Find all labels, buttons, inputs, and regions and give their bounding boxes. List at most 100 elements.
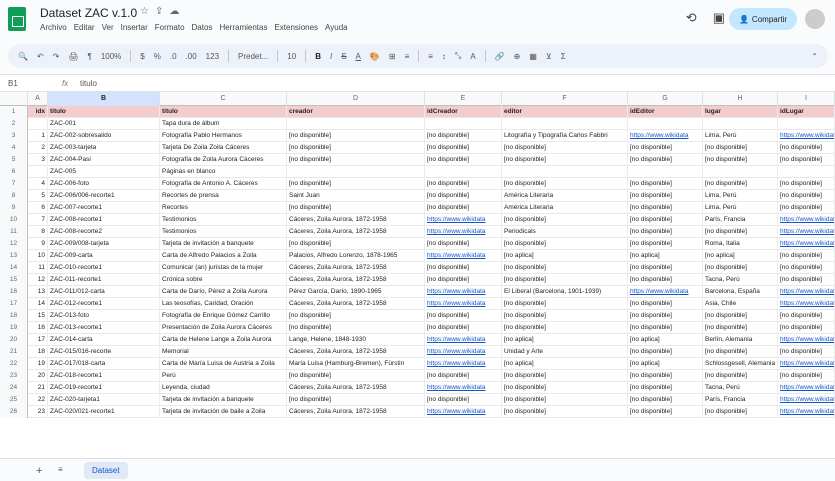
table-cell[interactable]: [no disponible] [703,310,778,322]
row-number[interactable]: 15 [0,274,28,286]
menu-ayuda[interactable]: Ayuda [325,23,348,32]
table-cell[interactable]: ZAC-008-recorte1 [48,214,160,226]
decrease-decimal-button[interactable]: .0 [170,52,177,61]
table-cell[interactable] [502,166,628,178]
table-cell[interactable]: https://www.wikidata [778,334,835,346]
table-cell[interactable]: [no disponible] [628,178,703,190]
table-cell[interactable]: Tarjeta de invitación a banquete [160,238,287,250]
table-cell[interactable]: Fotografía de Zoila Aurora Cáceres [160,154,287,166]
table-cell[interactable]: [no disponible] [703,226,778,238]
table-cell[interactable]: [no disponible] [425,322,502,334]
table-cell[interactable]: Tarjeta de invitación de baile a Zoila [160,406,287,418]
table-cell[interactable]: [no aplica] [502,358,628,370]
table-cell[interactable]: [no disponible] [287,142,425,154]
table-cell[interactable]: https://www.wikidata [425,214,502,226]
formula-input[interactable]: titulo [80,79,97,88]
column-header-a[interactable]: A [28,92,48,106]
table-cell[interactable]: Las teosofías, Caridad, Oración [160,298,287,310]
table-cell[interactable]: ZAC-008-recorte2 [48,226,160,238]
table-cell[interactable]: [no aplica] [628,358,703,370]
table-cell[interactable]: [no disponible] [703,178,778,190]
table-cell[interactable]: https://www.wikidata [425,298,502,310]
row-number[interactable]: 18 [0,310,28,322]
table-cell[interactable]: Tarjeta de invitación a banquete [160,394,287,406]
table-cell[interactable]: [no disponible] [628,238,703,250]
table-cell[interactable]: [no disponible] [703,154,778,166]
table-cell[interactable]: Unidad y Arte [502,346,628,358]
table-cell[interactable]: ZAC-011-recorte1 [48,274,160,286]
table-cell[interactable]: https://www.wikidata [425,226,502,238]
table-cell[interactable]: ZAC-020-tarjeta1 [48,394,160,406]
row-number[interactable]: 25 [0,394,28,406]
row-number[interactable]: 7 [0,178,28,190]
table-cell[interactable]: editor [502,106,628,118]
table-cell[interactable]: [no disponible] [287,322,425,334]
table-cell[interactable]: Memorial [160,346,287,358]
undo-icon[interactable]: ↶ [37,52,44,61]
column-header-e[interactable]: E [425,92,502,106]
table-cell[interactable]: [no disponible] [502,406,628,418]
table-cell[interactable]: París, Francia [703,394,778,406]
table-cell[interactable]: [no disponible] [425,310,502,322]
table-cell[interactable]: [no disponible] [425,202,502,214]
table-cell[interactable]: [no disponible] [502,394,628,406]
table-cell[interactable]: Carta de María Luisa de Austria a Zoila [160,358,287,370]
table-cell[interactable]: Fotografía de Antonio A. Cáceres [160,178,287,190]
table-cell[interactable]: 15 [28,310,48,322]
table-cell[interactable]: Testimonios [160,214,287,226]
table-cell[interactable]: https://www.wikidata [778,130,835,142]
table-cell[interactable]: ZAC-012-recorte1 [48,298,160,310]
paint-format-icon[interactable]: ¶ [88,52,92,61]
menu-archivo[interactable]: Archivo [40,23,67,32]
table-cell[interactable]: [no disponible] [628,310,703,322]
name-box[interactable]: B1 [8,79,48,88]
table-cell[interactable] [28,166,48,178]
table-cell[interactable]: [no disponible] [502,262,628,274]
avatar[interactable] [805,9,825,29]
table-cell[interactable]: [no disponible] [425,178,502,190]
table-cell[interactable]: ZAC-018-recorte1 [48,370,160,382]
table-cell[interactable] [425,118,502,130]
table-cell[interactable]: https://www.wikidata [778,238,835,250]
font-size-input[interactable]: 10 [287,52,296,61]
table-cell[interactable]: [no disponible] [778,310,835,322]
table-cell[interactable]: ZAC-019-recorte1 [48,382,160,394]
table-cell[interactable]: [no disponible] [778,178,835,190]
table-cell[interactable]: Cáceres, Zoila Aurora, 1872-1958 [287,382,425,394]
table-cell[interactable]: idEditor [628,106,703,118]
table-cell[interactable]: Recortes [160,202,287,214]
merge-cells-icon[interactable]: ≡ [405,52,410,61]
table-cell[interactable]: titulo [48,106,160,118]
row-number[interactable]: 4 [0,142,28,154]
table-cell[interactable]: [no disponible] [703,346,778,358]
table-cell[interactable] [502,118,628,130]
table-cell[interactable] [628,166,703,178]
row-number[interactable]: 23 [0,370,28,382]
table-cell[interactable]: [no disponible] [425,238,502,250]
menu-ver[interactable]: Ver [102,23,114,32]
redo-icon[interactable]: ↷ [53,52,60,61]
table-cell[interactable]: Cáceres, Zoila Aurora, 1872-1958 [287,214,425,226]
table-cell[interactable]: 18 [28,346,48,358]
table-cell[interactable]: Perú [160,370,287,382]
table-cell[interactable] [287,118,425,130]
table-cell[interactable]: ZAC-013-foto [48,310,160,322]
table-cell[interactable]: 7 [28,214,48,226]
menu-datos[interactable]: Datos [192,23,213,32]
table-cell[interactable]: Berlín, Alemania [703,334,778,346]
table-cell[interactable]: ZAC-005 [48,166,160,178]
table-cell[interactable]: https://www.wikidata [628,286,703,298]
text-color-button[interactable]: A [356,52,361,61]
row-number[interactable]: 12 [0,238,28,250]
table-cell[interactable]: 22 [28,394,48,406]
table-cell[interactable] [628,118,703,130]
table-cell[interactable]: Palacios, Alfredo Lorenzo, 1878-1965 [287,250,425,262]
italic-button[interactable]: I [330,52,332,61]
table-cell[interactable]: [no disponible] [425,274,502,286]
table-cell[interactable] [287,166,425,178]
sheet-tab-dataset[interactable]: Dataset [84,462,128,479]
table-cell[interactable]: [no disponible] [287,310,425,322]
table-cell[interactable]: [no disponible] [425,370,502,382]
spreadsheet-grid[interactable]: ABCDEFGHI 1 idx titulo titulo creador idCread… [0,92,835,458]
column-header-c[interactable]: C [160,92,287,106]
